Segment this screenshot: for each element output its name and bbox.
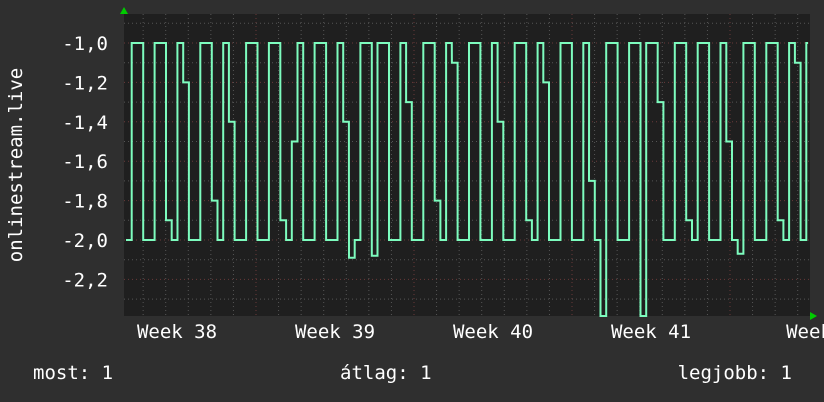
y-tick-label: -1,4 xyxy=(62,112,108,134)
y-axis-label: onlinestream.live xyxy=(5,68,27,262)
legend-max: legjobb: 1 xyxy=(677,362,792,384)
x-tick-label: Week 38 xyxy=(137,321,217,343)
x-tick-label: Week 41 xyxy=(611,321,691,343)
y-axis-arrow-icon xyxy=(120,7,128,14)
y-tick-label: -1,8 xyxy=(62,191,108,213)
chart-svg: -1,0 -1,2 -1,4 -1,6 -1,8 -2,0 -2,2 Week 38 Week… xyxy=(5,7,824,343)
y-tick-label: -1,2 xyxy=(62,72,108,94)
x-axis-arrow-icon xyxy=(810,312,817,320)
y-tick-label: -2,2 xyxy=(62,269,108,291)
x-tick-label: Week 39 xyxy=(295,321,375,343)
x-tick-label: Week 40 xyxy=(453,321,533,343)
legend-current: most: 1 xyxy=(33,362,114,384)
y-tick-label: -2,0 xyxy=(62,230,108,252)
x-tick-label: Week xyxy=(786,321,824,343)
chart-image: -1,0 -1,2 -1,4 -1,6 -1,8 -2,0 -2,2 Week 38 Week… xyxy=(0,0,824,402)
y-tick-label: -1,0 xyxy=(62,33,108,55)
y-tick-label: -1,6 xyxy=(62,151,108,173)
legend-average: átlag: 1 xyxy=(340,362,432,384)
